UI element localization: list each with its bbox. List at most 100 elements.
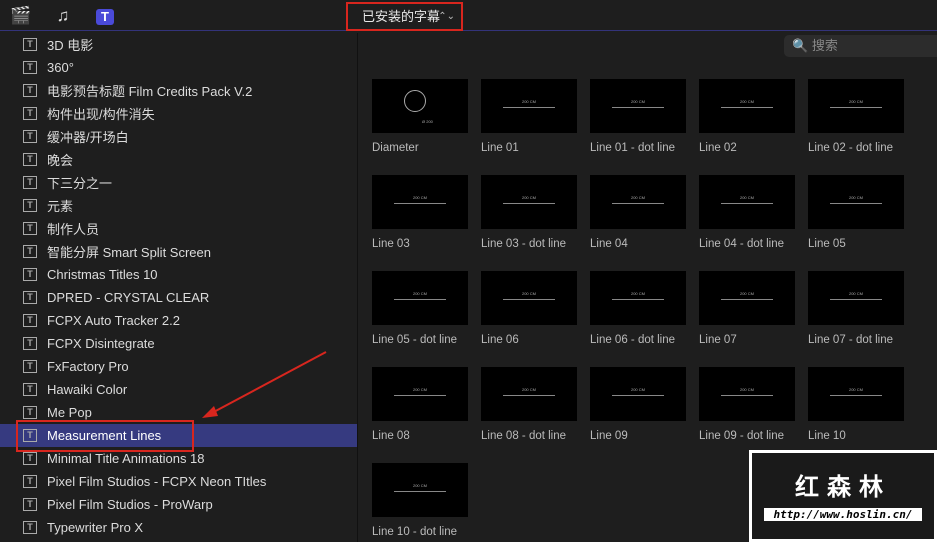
thumb-text: 200 CM [848, 195, 863, 200]
thumb-text: 200 CM [848, 291, 863, 296]
thumbnail-label: Line 07 - dot line [808, 334, 894, 346]
thumb-text: 200 CM [521, 291, 536, 296]
thumbnail-label: Line 03 [372, 238, 410, 250]
thumb-text: 200 CM [521, 99, 536, 104]
thumb-text: 200 CM [630, 99, 645, 104]
thumbnail-label: Line 02 - dot line [808, 142, 894, 154]
thumb-text: 200 CM [739, 195, 754, 200]
title-thumbnail[interactable]: 200 CM Line 01 - dot line [590, 79, 686, 154]
measure-line [503, 395, 555, 396]
title-thumbnail[interactable]: 200 CM Line 09 - dot line [699, 367, 795, 442]
thumbnail-preview: 200 CM [808, 367, 904, 421]
measure-line [721, 203, 773, 204]
watermark-url: http://www.hoslin.cn/ [764, 508, 922, 521]
watermark-title: 红森林 [795, 474, 891, 501]
title-thumbnail[interactable]: 200 CM Line 03 [372, 175, 468, 250]
thumbnail-label: Line 10 - dot line [372, 526, 458, 538]
thumbnail-label: Line 08 [372, 430, 410, 442]
title-thumbnail[interactable]: Ø 200 Diameter [372, 79, 468, 154]
measure-line [721, 107, 773, 108]
thumbnail-label: Line 10 [808, 430, 846, 442]
thumbnail-preview: 200 CM [481, 367, 577, 421]
thumbnail-preview: 200 CM [699, 79, 795, 133]
measure-line [394, 491, 446, 492]
diameter-circle [404, 90, 426, 112]
thumbnail-label: Line 04 - dot line [699, 238, 785, 250]
title-thumbnail[interactable]: 200 CM Line 06 - dot line [590, 271, 686, 346]
thumbnail-preview: 200 CM [808, 79, 904, 133]
title-thumbnail[interactable]: 200 CM Line 07 [699, 271, 795, 346]
thumb-text: 200 CM [521, 195, 536, 200]
title-thumbnail[interactable]: 200 CM Line 03 - dot line [481, 175, 577, 250]
title-thumbnail[interactable]: 200 CM Line 04 [590, 175, 686, 250]
thumbnail-preview: 200 CM [699, 367, 795, 421]
measure-line [612, 395, 664, 396]
thumbnail-label: Line 01 [481, 142, 519, 154]
title-thumbnail[interactable]: 200 CM Line 05 [808, 175, 904, 250]
thumbnail-preview: 200 CM [481, 271, 577, 325]
measure-line [394, 203, 446, 204]
thumb-text: 200 CM [630, 291, 645, 296]
thumb-text: 200 CM [412, 195, 427, 200]
measure-line [612, 203, 664, 204]
title-thumbnail[interactable]: 200 CM Line 02 [699, 79, 795, 154]
search-input[interactable]: 🔍 搜索 [784, 35, 937, 57]
thumb-text: 200 CM [630, 195, 645, 200]
title-thumbnail[interactable]: 200 CM Line 01 [481, 79, 577, 154]
measure-line [503, 107, 555, 108]
measure-line [394, 299, 446, 300]
title-thumbnail[interactable]: 200 CM Line 06 [481, 271, 577, 346]
thumbnail-label: Line 09 [590, 430, 628, 442]
thumbnail-preview: 200 CM [590, 271, 686, 325]
thumbnail-label: Diameter [372, 142, 419, 154]
title-thumbnail[interactable]: 200 CM Line 04 - dot line [699, 175, 795, 250]
thumbnail-label: Line 05 [808, 238, 846, 250]
thumb-text: 200 CM [848, 99, 863, 104]
thumbnail-label: Line 09 - dot line [699, 430, 785, 442]
measure-line [830, 107, 882, 108]
thumbnail-label: Line 03 - dot line [481, 238, 567, 250]
thumbnail-preview: 200 CM [372, 175, 468, 229]
thumbnail-preview: 200 CM [372, 367, 468, 421]
measure-line [503, 203, 555, 204]
thumbnail-preview: 200 CM [590, 367, 686, 421]
measure-line [503, 299, 555, 300]
thumb-text: 200 CM [412, 483, 427, 488]
thumbnail-preview: 200 CM [590, 175, 686, 229]
thumbnail-label: Line 04 [590, 238, 628, 250]
title-thumbnail[interactable]: 200 CM Line 02 - dot line [808, 79, 904, 154]
thumb-text: 200 CM [521, 387, 536, 392]
thumbnail-preview: 200 CM [808, 175, 904, 229]
thumbnail-preview: 200 CM [699, 175, 795, 229]
thumbnail-preview: 200 CM [590, 79, 686, 133]
thumbnail-preview: 200 CM [372, 271, 468, 325]
thumbnail-label: Line 05 - dot line [372, 334, 458, 346]
thumbnail-label: Line 06 - dot line [590, 334, 676, 346]
thumbnail-preview: 200 CM [699, 271, 795, 325]
measure-line [394, 395, 446, 396]
thumbnail-label: Line 08 - dot line [481, 430, 567, 442]
measure-line [830, 395, 882, 396]
title-thumbnail[interactable]: 200 CM Line 08 - dot line [481, 367, 577, 442]
title-thumbnail[interactable]: 200 CM Line 09 [590, 367, 686, 442]
title-thumbnail[interactable]: 200 CM Line 05 - dot line [372, 271, 468, 346]
thumbnail-label: Line 02 [699, 142, 737, 154]
thumb-text: 200 CM [739, 387, 754, 392]
thumb-text: 200 CM [412, 291, 427, 296]
thumb-text: 200 CM [739, 291, 754, 296]
thumb-text: Ø 200 [422, 119, 433, 124]
thumbnail-preview: 200 CM [481, 79, 577, 133]
measure-line [721, 299, 773, 300]
thumbnail-preview: 200 CM [481, 175, 577, 229]
thumb-text: 200 CM [412, 387, 427, 392]
thumb-text: 200 CM [739, 99, 754, 104]
thumbnail-preview: 200 CM [808, 271, 904, 325]
title-thumbnail[interactable]: 200 CM Line 10 - dot line [372, 463, 468, 538]
thumbnail-label: Line 06 [481, 334, 519, 346]
thumb-text: 200 CM [848, 387, 863, 392]
title-thumbnail[interactable]: 200 CM Line 10 [808, 367, 904, 442]
title-thumbnail[interactable]: 200 CM Line 08 [372, 367, 468, 442]
measure-line [612, 107, 664, 108]
measure-line [830, 299, 882, 300]
title-thumbnail[interactable]: 200 CM Line 07 - dot line [808, 271, 904, 346]
